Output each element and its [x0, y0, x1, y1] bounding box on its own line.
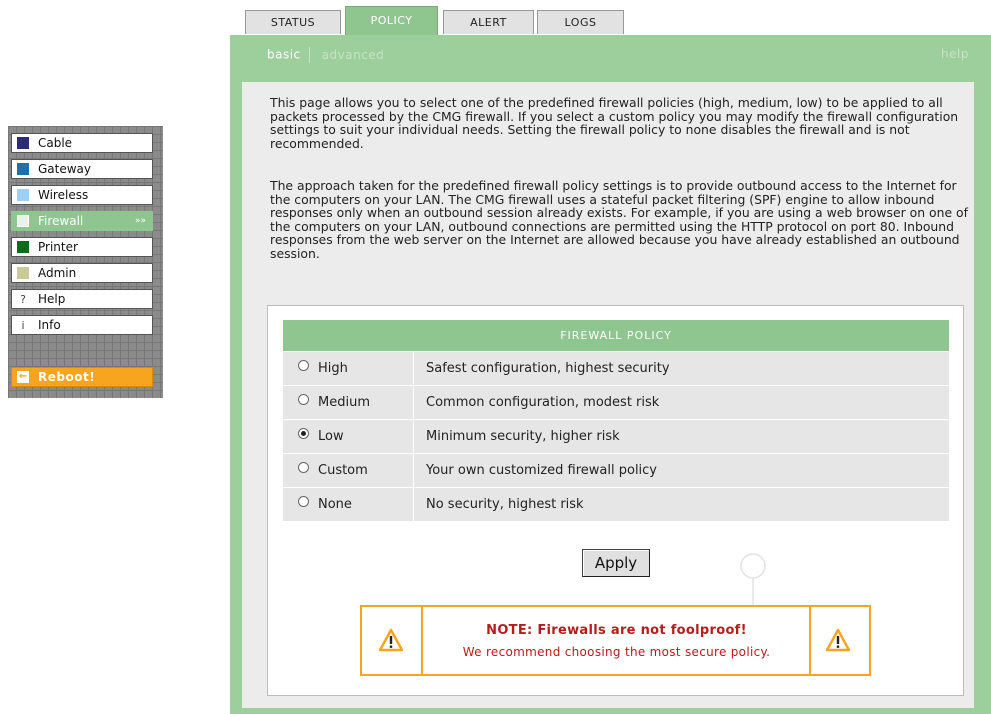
policy-option-description: Safest configuration, highest security: [426, 361, 670, 376]
info-icon: i: [21, 318, 25, 332]
nav-item-label: Cable: [38, 136, 73, 150]
tab-alert[interactable]: ALERT: [443, 10, 534, 34]
cable-color-icon: [17, 137, 29, 149]
policy-option-label: High: [318, 361, 348, 376]
radio-custom[interactable]: [298, 462, 309, 473]
nav-item-help[interactable]: ? Help: [11, 289, 153, 309]
admin-color-icon: [17, 267, 29, 279]
nav-item-label: Gateway: [38, 162, 92, 176]
policy-option-custom[interactable]: Custom: [283, 454, 414, 487]
apply-button[interactable]: Apply: [582, 549, 650, 577]
printer-color-icon: [17, 241, 29, 253]
warning-triangle-icon: [379, 628, 403, 652]
warning-note: NOTE: Firewalls are not foolproof! We re…: [360, 605, 871, 676]
active-arrows-icon: »»: [134, 216, 146, 226]
subnav-basic-link[interactable]: basic: [267, 48, 301, 62]
intro-paragraph-1: This page allows you to select one of th…: [270, 95, 959, 151]
subnav: basic advanced: [267, 47, 384, 63]
reboot-label: Reboot!: [38, 370, 96, 384]
gateway-color-icon: [17, 163, 29, 175]
nav-item-info[interactable]: i Info: [11, 315, 153, 335]
firewall-color-icon: [17, 215, 29, 227]
faint-decoration-icon: [740, 553, 766, 612]
side-nav: Cable Gateway Wireless Firewall »» Print…: [8, 126, 163, 398]
note-text: We recommend choosing the most secure po…: [462, 645, 771, 659]
radio-medium[interactable]: [298, 394, 309, 405]
nav-item-label: Info: [38, 318, 61, 332]
policy-option-label: None: [318, 497, 352, 512]
help-link[interactable]: help: [941, 47, 969, 61]
reboot-arrow-icon: ←: [17, 371, 29, 383]
policy-option-label: Low: [318, 429, 344, 444]
policy-option-label: Custom: [318, 463, 368, 478]
nav-item-firewall[interactable]: Firewall »»: [11, 211, 153, 231]
nav-item-label: Wireless: [38, 188, 89, 202]
warning-triangle-icon: [826, 628, 850, 652]
policy-row-custom: Custom Your own customized firewall poli…: [283, 454, 949, 487]
policy-option-description: No security, highest risk: [426, 497, 584, 512]
note-title: NOTE: Firewalls are not foolproof!: [486, 623, 747, 638]
nav-item-printer[interactable]: Printer: [11, 237, 153, 257]
subnav-divider: [308, 47, 310, 63]
nav-item-wireless[interactable]: Wireless: [11, 185, 153, 205]
policy-option-high[interactable]: High: [283, 352, 414, 385]
radio-none[interactable]: [298, 496, 309, 507]
subnav-advanced-link[interactable]: advanced: [322, 48, 385, 62]
tab-policy[interactable]: POLICY: [345, 6, 438, 35]
note-divider: [809, 607, 811, 674]
policy-option-description: Minimum security, higher risk: [426, 429, 620, 444]
policy-row-medium: Medium Common configuration, modest risk: [283, 386, 949, 419]
intro-paragraph-2: The approach taken for the predefined fi…: [270, 178, 968, 261]
nav-item-admin[interactable]: Admin: [11, 263, 153, 283]
nav-item-label: Admin: [38, 266, 77, 280]
tab-logs[interactable]: LOGS: [537, 10, 624, 34]
policy-row-low: Low Minimum security, higher risk: [283, 420, 949, 453]
question-icon: ?: [20, 292, 26, 306]
policy-table-header: FIREWALL POLICY: [283, 320, 949, 351]
policy-option-description: Common configuration, modest risk: [426, 395, 660, 410]
radio-low[interactable]: [298, 428, 309, 439]
tab-status[interactable]: STATUS: [245, 10, 341, 34]
policy-option-description: Your own customized firewall policy: [426, 463, 658, 478]
policy-option-low[interactable]: Low: [283, 420, 414, 453]
policy-option-label: Medium: [318, 395, 370, 410]
nav-item-label: Help: [38, 292, 66, 306]
policy-row-none: None No security, highest risk: [283, 488, 949, 521]
policy-option-none[interactable]: None: [283, 488, 414, 521]
reboot-button[interactable]: ← Reboot!: [11, 367, 153, 387]
nav-item-label: Printer: [38, 240, 78, 254]
nav-item-gateway[interactable]: Gateway: [11, 159, 153, 179]
nav-item-cable[interactable]: Cable: [11, 133, 153, 153]
radio-high[interactable]: [298, 360, 309, 371]
policy-option-medium[interactable]: Medium: [283, 386, 414, 419]
wireless-color-icon: [17, 189, 29, 201]
note-divider: [421, 607, 423, 674]
nav-item-label: Firewall: [38, 214, 84, 228]
policy-row-high: High Safest configuration, highest secur…: [283, 352, 949, 385]
